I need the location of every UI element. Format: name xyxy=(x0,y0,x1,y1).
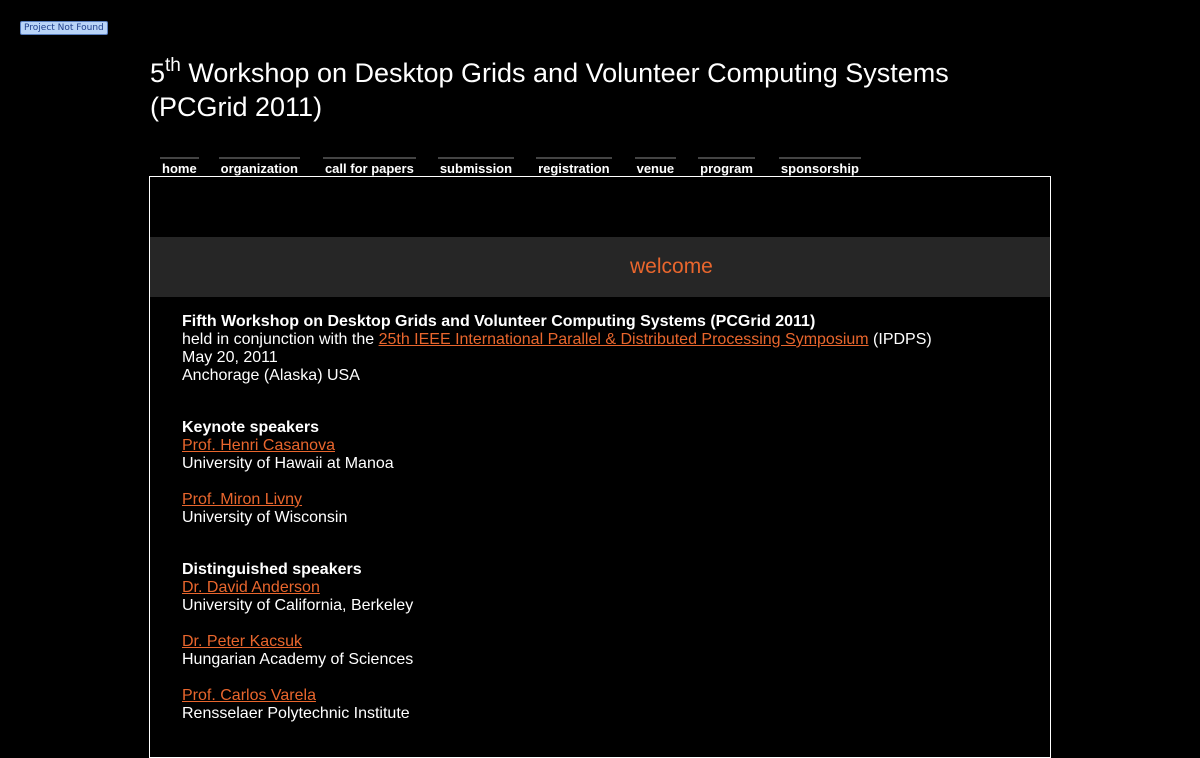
workshop-heading: Fifth Workshop on Desktop Grids and Volu… xyxy=(182,313,816,330)
nav-registration[interactable]: registration xyxy=(536,157,612,176)
speaker-affiliation: University of Hawaii at Manoa xyxy=(182,455,394,472)
nav-sponsorship[interactable]: sponsorship xyxy=(778,157,861,176)
title-ordinal-suffix: th xyxy=(165,55,181,76)
workshop-location: Anchorage (Alaska) USA xyxy=(182,367,360,384)
workshop-date: May 20, 2011 xyxy=(182,349,278,366)
speaker-link-kacsuk[interactable]: Dr. Peter Kacsuk xyxy=(182,633,302,650)
nav-organization[interactable]: organization xyxy=(218,157,300,176)
held-in-conjunction: held in conjunction with the 25th IEEE I… xyxy=(182,331,1022,349)
content-panel: welcome Fifth Workshop on Desktop Grids … xyxy=(149,176,1051,758)
project-not-found-badge: Project Not Found xyxy=(20,21,108,35)
title-line2: (PCGrid 2011) xyxy=(150,92,323,122)
welcome-heading: welcome xyxy=(630,255,713,278)
title-ordinal: 5 xyxy=(150,58,166,88)
keynote-heading: Keynote speakers xyxy=(182,419,319,436)
ipdps-link[interactable]: 25th IEEE International Parallel & Distr… xyxy=(379,331,869,348)
speaker-link-anderson[interactable]: Dr. David Anderson xyxy=(182,579,320,596)
welcome-bar: welcome xyxy=(150,237,1050,297)
nav-submission[interactable]: submission xyxy=(437,157,515,176)
main-nav: home organization call for papers submis… xyxy=(160,157,861,176)
nav-call-for-papers[interactable]: call for papers xyxy=(322,157,416,176)
speaker-link-casanova[interactable]: Prof. Henri Casanova xyxy=(182,437,335,454)
title-line1: Workshop on Desktop Grids and Volunteer … xyxy=(180,58,949,88)
speaker-affiliation: University of Wisconsin xyxy=(182,509,348,526)
page-title: 5th Workshop on Desktop Grids and Volunt… xyxy=(150,56,1050,124)
speaker-affiliation: Hungarian Academy of Sciences xyxy=(182,651,414,668)
speaker-affiliation: Rensselaer Polytechnic Institute xyxy=(182,705,410,722)
speaker-affiliation: University of California, Berkeley xyxy=(182,597,414,614)
speaker-link-varela[interactable]: Prof. Carlos Varela xyxy=(182,687,316,704)
main-content: Fifth Workshop on Desktop Grids and Volu… xyxy=(182,313,1022,723)
held-suffix: (IPDPS) xyxy=(868,331,932,348)
held-prefix: held in conjunction with the xyxy=(182,331,379,348)
nav-home[interactable]: home xyxy=(160,157,199,176)
distinguished-heading: Distinguished speakers xyxy=(182,561,362,578)
nav-program[interactable]: program xyxy=(698,157,755,176)
nav-venue[interactable]: venue xyxy=(634,157,677,176)
speaker-link-livny[interactable]: Prof. Miron Livny xyxy=(182,491,302,508)
